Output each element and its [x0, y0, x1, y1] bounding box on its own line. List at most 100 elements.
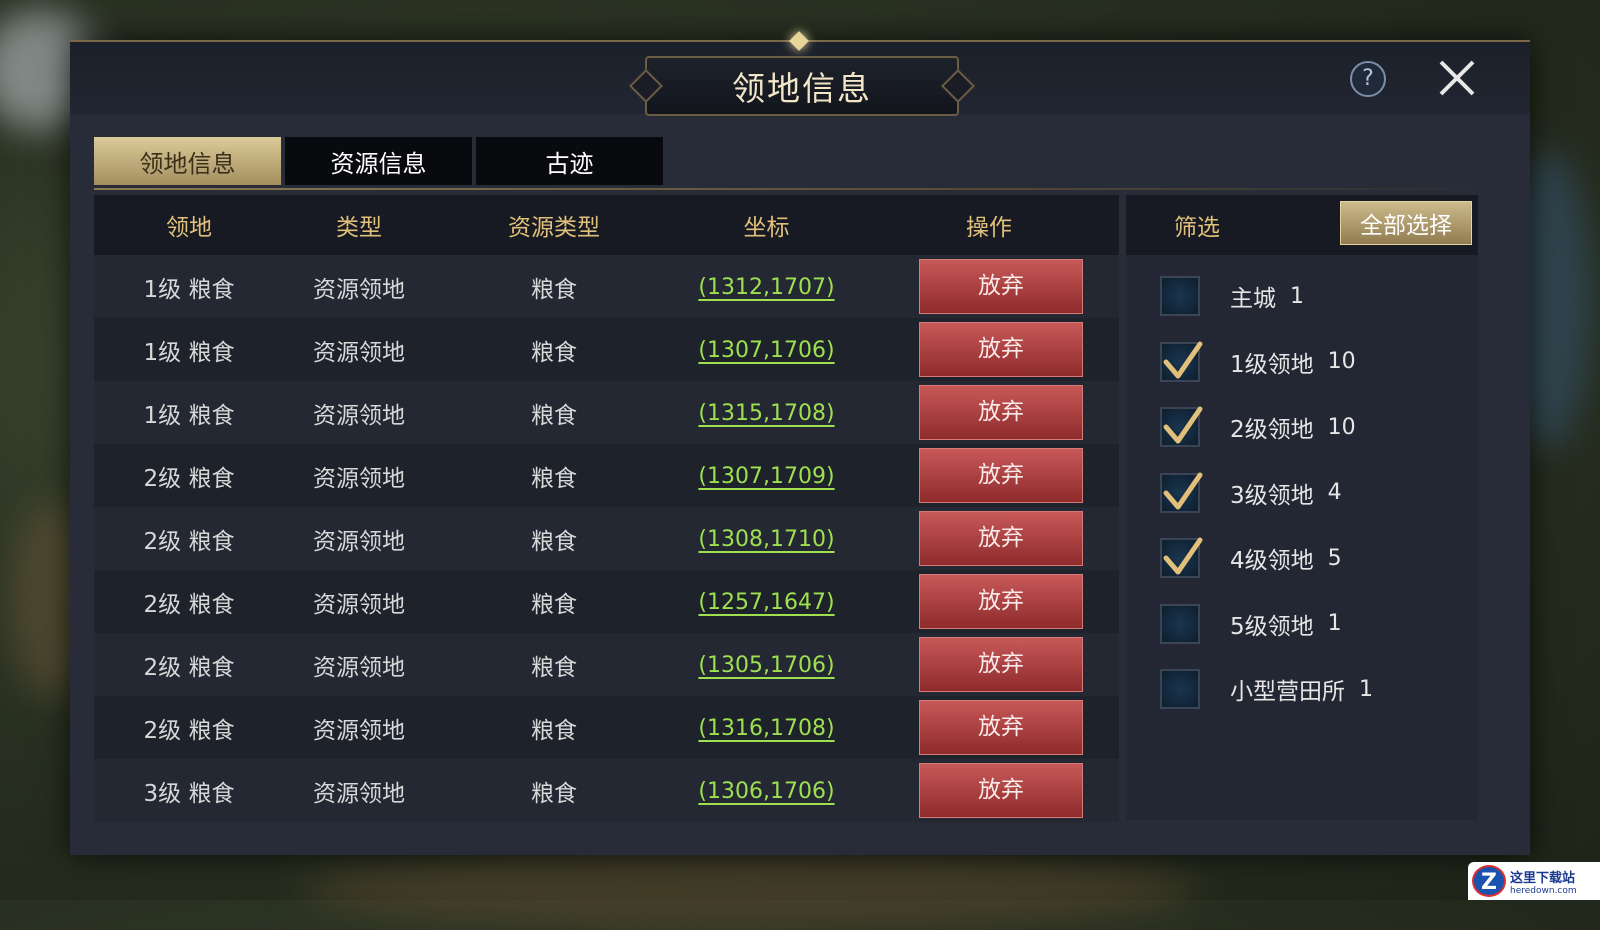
territory-name: 粮食 — [188, 780, 235, 807]
background-blur — [300, 850, 1200, 930]
title-gem-ornament — [789, 31, 809, 51]
abandon-button[interactable]: 放弃 — [919, 511, 1083, 566]
resource-type-cell: 粮食 — [531, 717, 577, 744]
tab-bar: 领地信息 资源信息 古迹 — [94, 137, 667, 185]
header-type: 类型 — [336, 215, 382, 241]
filter-checkbox[interactable] — [1160, 341, 1203, 382]
territory-cell: 2级 粮食 — [94, 585, 284, 619]
coordinate-link[interactable]: (1312,1707) — [698, 275, 834, 300]
filter-checkbox[interactable] — [1160, 276, 1200, 316]
territory-cell: 1级 粮食 — [94, 270, 284, 304]
abandon-button[interactable]: 放弃 — [919, 637, 1083, 692]
coordinate-link[interactable]: (1305,1706) — [698, 653, 834, 678]
territory-level: 1级 — [143, 276, 182, 303]
territory-name: 粮食 — [188, 654, 235, 681]
coordinate-link[interactable]: (1308,1710) — [698, 527, 834, 552]
filter-label: 1级领地 — [1230, 351, 1314, 378]
territory-level: 2级 — [143, 591, 182, 618]
check-icon — [1163, 406, 1203, 444]
coordinate-link[interactable]: (1307,1709) — [698, 464, 834, 489]
filter-count: 5 — [1327, 545, 1342, 571]
abandon-button[interactable]: 放弃 — [919, 259, 1083, 314]
territory-cell: 2级 粮食 — [94, 711, 284, 745]
filter-label: 4级领地 — [1230, 548, 1314, 574]
territory-name: 粮食 — [188, 591, 235, 618]
tab-territory-info[interactable]: 领地信息 — [94, 137, 282, 185]
territory-level: 2级 — [143, 717, 182, 744]
filter-checkbox[interactable] — [1160, 603, 1200, 644]
territory-level: 3级 — [143, 780, 182, 807]
filter-checkbox[interactable] — [1160, 472, 1203, 513]
coordinate-link[interactable]: (1316,1708) — [698, 716, 834, 741]
filter-header: 筛选 全部选择 — [1126, 195, 1478, 255]
table-row: 2级 粮食 资源领地 粮食 (1305,1706) 放弃 — [94, 633, 1119, 696]
table-row: 1级 粮食 资源领地 粮食 (1315,1708) 放弃 — [94, 381, 1119, 444]
territory-cell: 2级 粮食 — [94, 648, 284, 682]
resource-type-cell: 粮食 — [531, 780, 577, 807]
territory-name: 粮食 — [188, 339, 235, 366]
filter-item[interactable]: 4级领地 5 — [1160, 533, 1342, 583]
table-row: 1级 粮食 资源领地 粮食 (1312,1707) 放弃 — [94, 255, 1119, 318]
abandon-button[interactable]: 放弃 — [919, 322, 1083, 377]
filter-count: 4 — [1327, 480, 1342, 505]
filter-item[interactable]: 主城 1 — [1160, 271, 1304, 321]
type-cell: 资源领地 — [313, 717, 405, 744]
check-icon — [1163, 341, 1203, 378]
header-coordinates: 坐标 — [743, 215, 790, 241]
filter-checkbox[interactable] — [1160, 406, 1203, 447]
check-icon — [1163, 537, 1203, 575]
type-cell: 资源领地 — [313, 465, 405, 492]
help-button[interactable]: ? — [1350, 61, 1386, 97]
filter-label: 5级领地 — [1230, 613, 1314, 640]
dialog-header: 领地信息 ? — [70, 31, 1530, 116]
filter-label: 主城 — [1230, 286, 1276, 312]
filter-item[interactable]: 1级领地 10 — [1160, 337, 1356, 387]
dialog-title: 领地信息 — [645, 56, 959, 116]
coordinate-link[interactable]: (1306,1706) — [698, 779, 834, 804]
filter-panel: 筛选 全部选择 主城 1 1级领地 10 2级领地 10 3级领地 4 4级领地 5 5级领地 1 小型… — [1126, 195, 1478, 820]
header-resource-type: 资源类型 — [508, 215, 600, 241]
filter-item[interactable]: 3级领地 4 — [1160, 468, 1342, 518]
type-cell: 资源领地 — [313, 654, 405, 681]
select-all-button[interactable]: 全部选择 — [1340, 201, 1472, 245]
filter-checkbox[interactable] — [1160, 669, 1200, 709]
table-row: 3级 粮食 资源领地 粮食 (1306,1706) 放弃 — [94, 759, 1119, 822]
tab-relics[interactable]: 古迹 — [476, 137, 664, 185]
territory-name: 粮食 — [188, 465, 235, 492]
territory-cell: 2级 粮食 — [94, 459, 284, 493]
filter-item[interactable]: 小型营田所 1 — [1160, 664, 1373, 714]
resource-type-cell: 粮食 — [531, 276, 577, 303]
table-row: 2级 粮食 资源领地 粮食 (1307,1709) 放弃 — [94, 444, 1119, 507]
table-header: 领地 类型 资源类型 坐标 操作 — [94, 195, 1119, 255]
watermark-logo: Z — [1472, 865, 1506, 897]
table-body: 1级 粮食 资源领地 粮食 (1312,1707) 放弃 1级 粮食 资源领地 粮食 (1307… — [94, 255, 1119, 822]
territory-level: 1级 — [143, 402, 182, 429]
coordinate-link[interactable]: (1315,1708) — [698, 401, 834, 426]
territory-level: 2级 — [143, 528, 182, 555]
territory-name: 粮食 — [188, 276, 235, 303]
filter-item[interactable]: 5级领地 1 — [1160, 599, 1342, 649]
abandon-button[interactable]: 放弃 — [919, 448, 1083, 503]
filter-label: 3级领地 — [1230, 482, 1314, 509]
filter-label: 小型营田所 — [1230, 679, 1345, 705]
abandon-button[interactable]: 放弃 — [919, 700, 1083, 755]
territory-cell: 1级 粮食 — [94, 396, 284, 430]
coordinate-link[interactable]: (1307,1706) — [698, 338, 834, 363]
check-icon — [1163, 472, 1203, 509]
territory-level: 2级 — [143, 465, 182, 492]
resource-type-cell: 粮食 — [531, 528, 577, 555]
filter-title: 筛选 — [1174, 215, 1220, 241]
filter-item[interactable]: 2级领地 10 — [1160, 402, 1356, 452]
type-cell: 资源领地 — [313, 780, 405, 807]
abandon-button[interactable]: 放弃 — [919, 763, 1083, 818]
type-cell: 资源领地 — [313, 528, 405, 555]
abandon-button[interactable]: 放弃 — [919, 574, 1083, 629]
tab-resource-info[interactable]: 资源信息 — [285, 137, 473, 185]
filter-checkbox[interactable] — [1160, 537, 1203, 578]
abandon-button[interactable]: 放弃 — [919, 385, 1083, 440]
close-button[interactable] — [1435, 56, 1479, 100]
watermark: Z 这里下载站 heredown.com — [1468, 862, 1600, 900]
coordinate-link[interactable]: (1257,1647) — [698, 590, 834, 615]
resource-type-cell: 粮食 — [531, 591, 577, 618]
filter-count: 10 — [1327, 349, 1356, 374]
